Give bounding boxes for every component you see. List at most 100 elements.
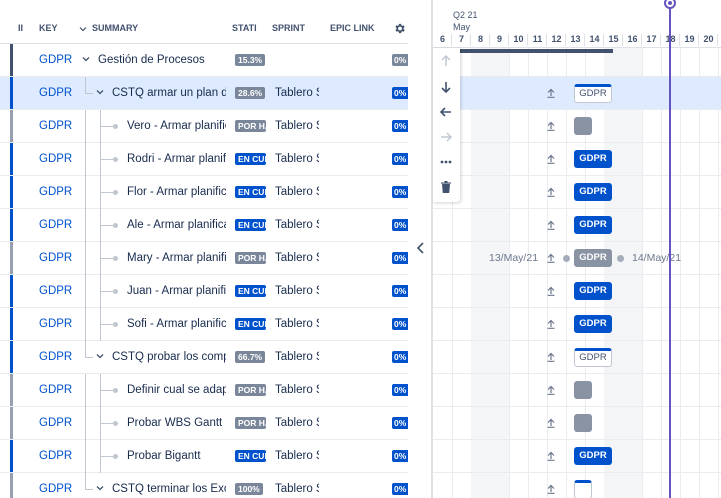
gantt-task-bar[interactable]: GDPR: [574, 216, 612, 234]
sprint-cell[interactable]: Tablero S: [275, 110, 319, 142]
status-badge[interactable]: EN CUI: [235, 219, 266, 231]
table-row[interactable]: GDPR Probar WBS Gantt POR HA Tablero S 0%: [0, 407, 408, 440]
arrow-up-icon[interactable]: [439, 54, 453, 68]
issue-key-link[interactable]: GDPR: [39, 44, 72, 76]
table-row[interactable]: GDPR Probar Bigantt EN CUI Tablero S 0%: [0, 440, 408, 473]
arrow-up-icon[interactable]: [546, 220, 556, 230]
sprint-cell[interactable]: Tablero S: [275, 308, 319, 340]
issue-summary[interactable]: Probar WBS Gantt: [127, 407, 226, 439]
sprint-cell[interactable]: Tablero S: [275, 473, 319, 498]
issue-key-link[interactable]: GDPR: [39, 176, 72, 208]
sprint-cell[interactable]: Tablero S: [275, 440, 319, 472]
arrow-right-icon[interactable]: [439, 130, 453, 144]
sprint-cell[interactable]: Tablero S: [275, 407, 319, 439]
issue-summary[interactable]: Gestión de Procesos: [98, 44, 226, 76]
gantt-task-bar[interactable]: [574, 381, 592, 399]
arrow-up-icon[interactable]: [546, 154, 556, 164]
issue-key-link[interactable]: GDPR: [39, 242, 72, 274]
issue-summary[interactable]: CSTQ armar un plan de: [112, 77, 226, 109]
issue-key-link[interactable]: GDPR: [39, 374, 72, 406]
table-row[interactable]: GDPR Vero - Armar planific POR HA Tablero S…: [0, 110, 408, 143]
issue-summary[interactable]: Ale - Armar planifica: [127, 209, 226, 241]
issue-summary[interactable]: Probar Bigantt: [127, 440, 226, 472]
issue-key-link[interactable]: GDPR: [39, 209, 72, 241]
chevron-down-icon[interactable]: [96, 484, 104, 492]
arrow-up-icon[interactable]: [546, 121, 556, 131]
issue-summary[interactable]: Vero - Armar planific: [127, 110, 226, 142]
issue-key-link[interactable]: GDPR: [39, 275, 72, 307]
sprint-cell[interactable]: Tablero S: [275, 143, 319, 175]
gantt-task-bar[interactable]: GDPR: [574, 84, 612, 103]
arrow-up-icon[interactable]: [546, 88, 556, 98]
arrow-up-icon[interactable]: [546, 418, 556, 428]
table-row[interactable]: GDPR Sofi - Armar planific EN CUI Tablero S…: [0, 308, 408, 341]
chevron-down-icon[interactable]: [82, 55, 90, 63]
chevron-down-icon[interactable]: [79, 25, 87, 33]
sprint-cell[interactable]: Tablero S: [275, 275, 319, 307]
table-row[interactable]: GDPR Rodri - Armar planifi EN CUI Tablero S…: [0, 143, 408, 176]
arrow-up-icon[interactable]: [546, 253, 556, 263]
issue-key-link[interactable]: GDPR: [39, 440, 72, 472]
issue-key-link[interactable]: GDPR: [39, 473, 72, 498]
trash-icon[interactable]: [439, 180, 453, 194]
table-row[interactable]: GDPR Ale - Armar planifica EN CUI Tablero S…: [0, 209, 408, 242]
gantt-task-bar[interactable]: [574, 480, 592, 498]
issue-summary[interactable]: Flor - Armar planifica: [127, 176, 226, 208]
bar-resize-handle-start[interactable]: [563, 255, 570, 262]
column-header-summary[interactable]: SUMMARY: [92, 0, 138, 44]
sprint-cell[interactable]: Tablero S: [275, 77, 319, 109]
chevron-left-icon[interactable]: [414, 240, 428, 256]
bar-resize-handle-end[interactable]: [617, 255, 624, 262]
group-summary-bar[interactable]: [458, 49, 613, 53]
gantt-task-bar[interactable]: GDPR: [574, 282, 612, 300]
status-badge[interactable]: EN CUI: [235, 450, 266, 462]
table-row[interactable]: GDPR CSTQ terminar los Exce 100% Tablero S 0…: [0, 473, 408, 498]
status-badge[interactable]: POR HA: [235, 384, 266, 396]
gantt-task-bar[interactable]: [574, 117, 592, 135]
table-row[interactable]: GDPR Definir cual se adap POR HA Tablero S 0…: [0, 374, 408, 407]
column-header-status[interactable]: STATI: [232, 0, 257, 44]
gantt-task-bar[interactable]: GDPR: [574, 183, 612, 201]
sprint-cell[interactable]: Tablero S: [275, 341, 319, 373]
sprint-cell[interactable]: Tablero S: [275, 209, 319, 241]
arrow-up-icon[interactable]: [546, 187, 556, 197]
status-badge[interactable]: 66.7%: [235, 351, 266, 363]
table-row[interactable]: GDPR CSTQ probar los compl 66.7% Tablero S 0…: [0, 341, 408, 374]
status-badge[interactable]: 28.6%: [235, 87, 266, 99]
gantt-task-bar[interactable]: GDPR: [574, 249, 612, 267]
status-badge[interactable]: EN CUI: [235, 153, 266, 165]
gantt-task-bar[interactable]: GDPR: [574, 348, 612, 367]
gear-icon[interactable]: [393, 22, 406, 35]
status-badge[interactable]: POR HA: [235, 252, 266, 264]
issue-key-link[interactable]: GDPR: [39, 407, 72, 439]
arrow-down-icon[interactable]: [439, 80, 453, 94]
status-badge[interactable]: EN CUI: [235, 285, 266, 297]
table-row[interactable]: GDPR Juan - Armar planifi EN CUI Tablero S 0…: [0, 275, 408, 308]
sprint-cell[interactable]: Tablero S: [275, 374, 319, 406]
gantt-task-bar[interactable]: [574, 414, 592, 432]
issue-key-link[interactable]: GDPR: [39, 308, 72, 340]
arrow-left-icon[interactable]: [439, 105, 453, 119]
table-row[interactable]: GDPR Mary - Armar planific POR HA Tablero S…: [0, 242, 408, 275]
chevron-down-icon[interactable]: [96, 88, 104, 96]
more-icon[interactable]: [439, 155, 453, 169]
issue-summary[interactable]: CSTQ terminar los Exce: [112, 473, 226, 498]
status-badge[interactable]: EN CUI: [235, 318, 266, 330]
issue-key-link[interactable]: GDPR: [39, 77, 72, 109]
issue-key-link[interactable]: GDPR: [39, 143, 72, 175]
table-row[interactable]: GDPR CSTQ armar un plan de 28.6% Tablero S 0…: [0, 77, 408, 110]
issue-summary[interactable]: Mary - Armar planific: [127, 242, 226, 274]
status-badge[interactable]: POR HA: [235, 120, 266, 132]
status-badge[interactable]: 100%: [235, 483, 263, 495]
issue-key-link[interactable]: GDPR: [39, 341, 72, 373]
table-row[interactable]: GDPR Gestión de Procesos 15.3% 0%: [0, 44, 408, 77]
status-badge[interactable]: 15.3%: [235, 54, 266, 66]
issue-summary[interactable]: Definir cual se adap: [127, 374, 226, 406]
arrow-up-icon[interactable]: [546, 451, 556, 461]
arrow-up-icon[interactable]: [546, 319, 556, 329]
arrow-up-icon[interactable]: [546, 352, 556, 362]
status-badge[interactable]: EN CUI: [235, 186, 266, 198]
issue-summary[interactable]: Rodri - Armar planifi: [127, 143, 226, 175]
issue-summary[interactable]: Sofi - Armar planific: [127, 308, 226, 340]
column-header-key[interactable]: KEY: [39, 0, 58, 44]
